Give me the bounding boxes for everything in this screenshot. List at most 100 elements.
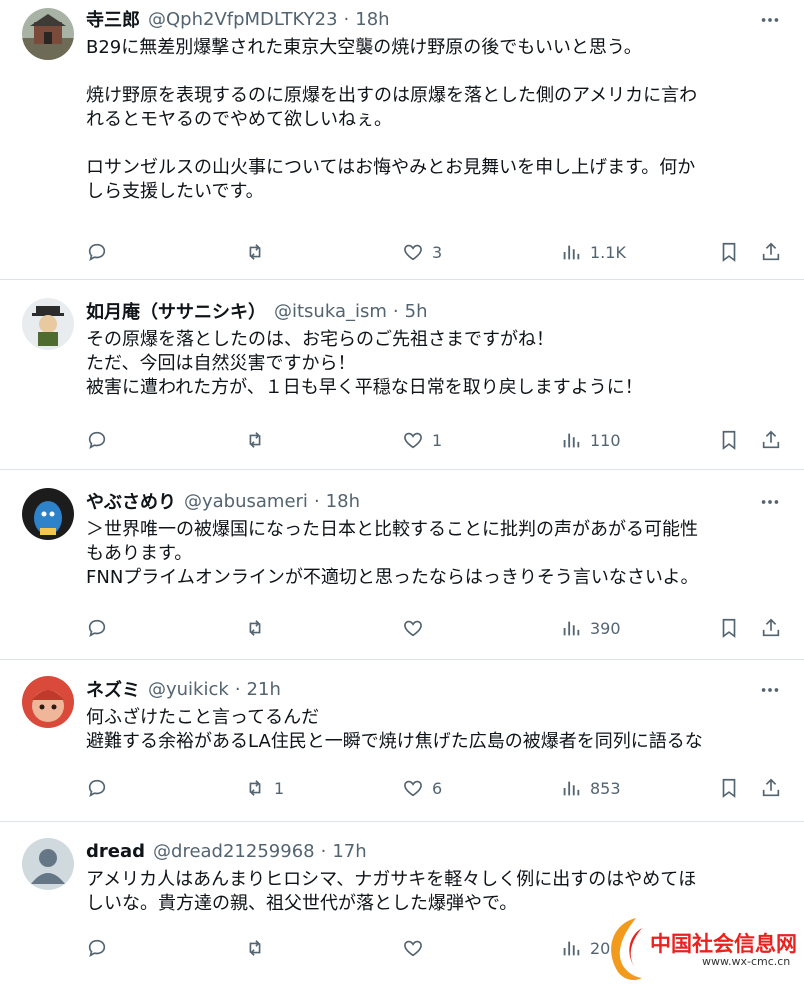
tweet-line: 何ふざけたこと言ってるんだ — [86, 707, 320, 728]
display-name[interactable]: やぶさめり — [86, 488, 176, 514]
tweet-line: FNNプライムオンラインが不適切と思ったならはっきりそう言いなさいよ。 — [86, 567, 699, 588]
like-button[interactable]: 1 — [402, 426, 442, 454]
tweet-4[interactable]: ネズミ @yuikick · 21h 何ふざけたこと言ってるんだ 避難する余裕が… — [0, 660, 804, 822]
timestamp[interactable]: 18h — [355, 9, 389, 30]
tweet-line: B29に無差別爆撃された東京大空襲の焼け野原の後でもいいと思う。 — [86, 37, 642, 58]
retweet-button[interactable] — [244, 614, 274, 642]
more-icon[interactable] — [758, 490, 782, 514]
views-button[interactable]: 390 — [560, 614, 621, 642]
avatar[interactable] — [22, 676, 74, 728]
tweet-header: 寺三郎 @Qph2VfpMDLTKY23 · 18h — [86, 6, 390, 32]
tweet-line: しら支援したいです。 — [86, 181, 264, 202]
more-icon[interactable] — [758, 678, 782, 702]
reply-button[interactable] — [86, 238, 116, 266]
bookmark-button[interactable] — [718, 774, 740, 802]
timestamp[interactable]: 21h — [247, 679, 281, 700]
tweet-text: B29に無差別爆撃された東京大空襲の焼け野原の後でもいいと思う。 焼け野原を表現… — [86, 36, 786, 204]
bookmark-button[interactable] — [718, 238, 740, 266]
tweet-header: 如月庵（ササニシキ） @itsuka_ism · 5h — [86, 298, 428, 324]
tweet-header: dread @dread21259968 · 17h — [86, 838, 367, 864]
retweet-button[interactable] — [244, 934, 274, 962]
retweet-button[interactable] — [244, 238, 274, 266]
like-button[interactable]: 3 — [402, 238, 442, 266]
view-count: 1.1K — [590, 242, 626, 262]
user-handle[interactable]: @yuikick — [148, 679, 229, 700]
avatar[interactable] — [22, 8, 74, 60]
timestamp[interactable]: 5h — [405, 301, 428, 322]
retweet-button[interactable]: 1 — [244, 774, 284, 802]
views-icon — [563, 941, 580, 956]
reply-icon — [88, 779, 106, 798]
reply-icon — [88, 431, 106, 450]
user-handle[interactable]: @dread21259968 — [153, 841, 315, 862]
bookmark-icon — [722, 778, 736, 798]
bookmark-button[interactable] — [718, 614, 740, 642]
reply-button[interactable] — [86, 774, 116, 802]
share-button[interactable] — [760, 426, 782, 454]
watermark-text: 中国社会信息网 — [650, 932, 797, 956]
display-name[interactable]: ネズミ — [86, 676, 140, 702]
tweet-header: ネズミ @yuikick · 21h — [86, 676, 281, 702]
display-name[interactable]: 如月庵（ササニシキ） — [86, 298, 266, 324]
like-icon — [404, 620, 422, 637]
tweet-line: もあります。 — [86, 543, 193, 564]
separator: · — [320, 840, 327, 862]
tweet-line: アメリカ人はあんまりヒロシマ、ナガサキを軽々しく例に出すのはやめてほ — [86, 869, 697, 890]
tweet-3[interactable]: やぶさめり @yabusameri · 18h ＞世界唯一の被爆国になった日本と… — [0, 470, 804, 660]
tweet-line: 被害に遭われた方が、１日も早く平穏な日常を取り戻しますように！ — [86, 377, 643, 398]
share-button[interactable] — [760, 614, 782, 642]
bookmark-icon — [722, 618, 736, 638]
more-icon[interactable] — [758, 8, 782, 32]
tweet-line: ロサンゼルスの山火事についてはお悔やみとお見舞いを申し上げます。何か — [86, 157, 696, 178]
tweet-line: ＞世界唯一の被爆国になった日本と比較することに批判の声があがる可能性 — [86, 519, 698, 540]
like-icon — [404, 940, 422, 957]
user-handle[interactable]: @itsuka_ism — [274, 301, 387, 322]
display-name[interactable]: dread — [86, 841, 145, 862]
views-button[interactable]: 853 — [560, 774, 621, 802]
like-button[interactable]: 6 — [402, 774, 442, 802]
views-icon — [563, 245, 580, 260]
watermark-logo-icon — [611, 918, 642, 980]
tweet-actions: 1 110 — [86, 426, 786, 454]
tweet-1[interactable]: 寺三郎 @Qph2VfpMDLTKY23 · 18h B29に無差別爆撃された東… — [0, 0, 804, 280]
tweet-actions: 390 — [86, 614, 786, 642]
tweet-line: その原爆を落としたのは、お宅らのご先祖さまですがね！ — [86, 329, 554, 350]
bookmark-button[interactable] — [718, 426, 740, 454]
user-handle[interactable]: @Qph2VfpMDLTKY23 — [148, 9, 338, 30]
tweet-line: 焼け野原を表現するのに原爆を出すのは原爆を落とした側のアメリカに言わ — [86, 85, 698, 106]
views-button[interactable]: 1.1K — [560, 238, 626, 266]
reply-button[interactable] — [86, 426, 116, 454]
share-button[interactable] — [760, 238, 782, 266]
share-icon — [762, 430, 780, 449]
like-button[interactable] — [402, 934, 432, 962]
avatar[interactable] — [22, 298, 74, 350]
like-icon — [404, 244, 422, 261]
views-button[interactable]: 110 — [560, 426, 621, 454]
retweet-icon — [249, 940, 261, 956]
tweet-actions: 3 1.1K — [86, 238, 786, 266]
tweet-line: 避難する余裕があるLA住民と一瞬で焼け焦げた広島の被爆者を同列に語るな — [86, 731, 703, 752]
tweet-2[interactable]: 如月庵（ササニシキ） @itsuka_ism · 5h その原爆を落としたのは、… — [0, 280, 804, 470]
tweet-text: その原爆を落としたのは、お宅らのご先祖さまですがね！ ただ、今回は自然災害ですか… — [86, 328, 786, 400]
retweet-button[interactable] — [244, 426, 274, 454]
share-button[interactable] — [760, 774, 782, 802]
share-icon — [762, 778, 780, 797]
like-button[interactable] — [402, 614, 432, 642]
user-handle[interactable]: @yabusameri — [184, 491, 308, 512]
retweet-icon — [249, 620, 261, 636]
avatar[interactable] — [22, 488, 74, 540]
display-name[interactable]: 寺三郎 — [86, 6, 140, 32]
tweet-line: れるとモヤるのでやめて欲しいねぇ。 — [86, 109, 392, 130]
reply-icon — [88, 243, 106, 262]
bookmark-icon — [722, 430, 736, 450]
bookmark-icon — [722, 242, 736, 262]
like-count: 6 — [432, 778, 443, 798]
view-count: 390 — [590, 618, 621, 638]
timestamp[interactable]: 18h — [326, 491, 360, 512]
tweet-line: ただ、今回は自然災害ですから！ — [86, 353, 356, 374]
reply-button[interactable] — [86, 614, 116, 642]
avatar[interactable] — [22, 838, 74, 890]
like-icon — [404, 780, 422, 797]
timestamp[interactable]: 17h — [332, 841, 366, 862]
reply-button[interactable] — [86, 934, 116, 962]
